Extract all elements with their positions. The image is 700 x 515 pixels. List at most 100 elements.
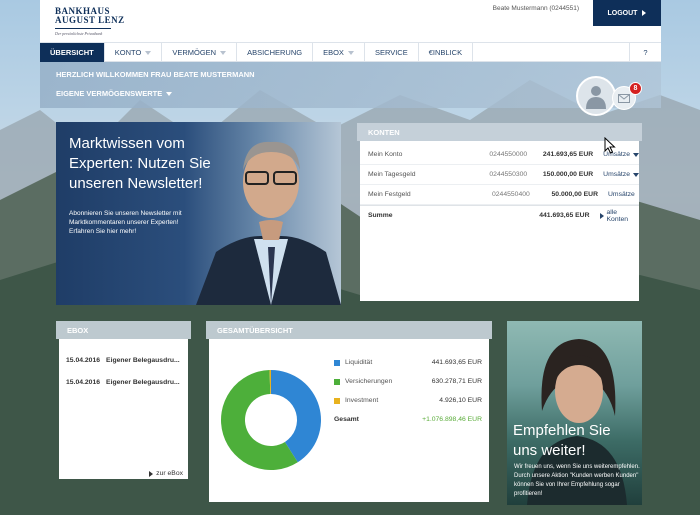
- chevron-down-icon: [632, 152, 639, 157]
- nav-service[interactable]: SERVICE: [365, 43, 419, 62]
- nav-label: ABSICHERUNG: [247, 48, 303, 57]
- legend-label: Liquidität: [345, 359, 373, 366]
- legend-label: Versicherungen: [345, 378, 393, 385]
- accounts-body: Mein Konto 0244550000 241.693,65 EUR Ums…: [360, 141, 639, 301]
- arrow-right-icon: [599, 212, 604, 219]
- recommend-promo[interactable]: Empfehlen Sie uns weiter! Wir freuen uns…: [507, 321, 642, 505]
- ebox-panel: EBOX 15.04.2016 Eigener Belegausdru... 1…: [56, 321, 191, 504]
- ebox-link-label: zur eBox: [156, 470, 183, 477]
- main-nav: ÜBERSICHT KONTO VERMÖGEN ABSICHERUNG EBO…: [40, 42, 661, 62]
- account-name: Mein Tagesgeld: [368, 171, 416, 178]
- user-icon: [586, 86, 606, 109]
- chevron-down-icon: [220, 50, 227, 55]
- recommend-title: Empfehlen Sie uns weiter!: [513, 422, 611, 459]
- account-number: 0244550400: [492, 191, 530, 198]
- help-button[interactable]: ?: [629, 43, 661, 62]
- total-value: +1.076.898,46 EUR: [422, 416, 482, 423]
- nav-konto[interactable]: KONTO: [105, 43, 163, 62]
- nav-ubersicht[interactable]: ÜBERSICHT: [40, 43, 105, 62]
- ebox-text: Eigener Belegausdru...: [106, 356, 180, 364]
- legend-row: Versicherungen 630.278,71 EUR: [334, 372, 482, 391]
- promo-title: Marktwissen vom Experten: Nutzen Sie uns…: [69, 135, 211, 192]
- legend-row: Investment 4.926,10 EUR: [334, 391, 482, 410]
- nav-vermogen[interactable]: VERMÖGEN: [162, 43, 238, 62]
- overview-panel: GESAMTÜBERSICHT Liquidität 441.693,65 EU…: [206, 321, 492, 504]
- asset-donut-chart: [220, 370, 321, 470]
- promo-text: Abonnieren Sie unseren Newsletter mit Ma…: [69, 210, 182, 235]
- ebox-title: EBOX: [56, 321, 191, 339]
- bank-logo[interactable]: BANKHAUS AUGUST LENZ Der persönlichste P…: [55, 7, 125, 36]
- welcome-bar: HERZLICH WILLKOMMEN FRAU BEATE MUSTERMAN…: [40, 62, 661, 108]
- nav-label: ÜBERSICHT: [50, 48, 94, 57]
- all-accounts-link[interactable]: alle Konten: [599, 208, 640, 223]
- nav-absicherung[interactable]: ABSICHERUNG: [237, 43, 314, 62]
- logo-tagline: Der persönlichste Privatbank: [55, 31, 103, 36]
- sum-label: Summe: [368, 212, 393, 219]
- header: BANKHAUS AUGUST LENZ Der persönlichste P…: [40, 0, 661, 42]
- logo-line2: AUGUST LENZ: [55, 15, 125, 25]
- legend-swatch: [334, 359, 340, 366]
- legend-value: 441.693,65 EUR: [431, 359, 482, 366]
- ebox-date: 15.04.2016: [66, 378, 101, 386]
- legend-label: Investment: [345, 397, 379, 404]
- recommend-text: Wir freuen uns, wenn Sie uns weiterempfe…: [514, 464, 640, 497]
- nav-label: €INBLICK: [428, 48, 463, 57]
- arrow-right-icon: [149, 470, 154, 477]
- accounts-title: KONTEN: [357, 123, 642, 141]
- nav-ebox[interactable]: EBOX: [313, 43, 365, 62]
- mouse-cursor-icon: [604, 137, 616, 154]
- account-balance: 50.000,00 EUR: [551, 191, 598, 198]
- legend-value: 4.926,10 EUR: [439, 397, 482, 404]
- legend-value: 630.278,71 EUR: [431, 378, 482, 385]
- account-row[interactable]: Mein Festgeld 0244550400 50.000,00 EUR U…: [360, 185, 639, 205]
- notification-badge: 8: [629, 82, 642, 95]
- chevron-down-icon: [145, 50, 152, 55]
- overview-title: GESAMTÜBERSICHT: [206, 321, 492, 339]
- account-row[interactable]: Mein Tagesgeld 0244550300 150.000,00 EUR…: [360, 165, 639, 185]
- nav-label: EBOX: [323, 48, 344, 57]
- account-row[interactable]: Mein Konto 0244550000 241.693,65 EUR Ums…: [360, 145, 639, 165]
- logout-button[interactable]: LOGOUT: [593, 0, 661, 26]
- overview-body: Liquidität 441.693,65 EUR Versicherungen…: [209, 339, 489, 502]
- total-label: Gesamt: [334, 416, 359, 423]
- ebox-item[interactable]: 15.04.2016 Eigener Belegausdru...: [59, 349, 188, 371]
- sum-amount: 441.693,65 EUR: [539, 212, 590, 219]
- nav-label: SERVICE: [374, 48, 408, 57]
- transactions-link[interactable]: Umsätze: [603, 171, 639, 178]
- accounts-sum-row: Summe 441.693,65 EUR alle Konten: [360, 205, 639, 225]
- transactions-label: Umsätze: [608, 191, 635, 198]
- account-number: 0244550000: [489, 151, 528, 158]
- logout-label: LOGOUT: [607, 9, 638, 17]
- avatar[interactable]: [576, 76, 616, 116]
- go-to-ebox-link[interactable]: zur eBox: [149, 470, 183, 477]
- accounts-panel: KONTEN Mein Konto 0244550000 241.693,65 …: [357, 123, 642, 305]
- newsletter-promo[interactable]: Marktwissen vom Experten: Nutzen Sie uns…: [56, 122, 341, 305]
- chevron-down-icon: [347, 50, 354, 55]
- nav-label: KONTO: [114, 48, 142, 57]
- account-name: Mein Festgeld: [368, 191, 411, 198]
- account-balance: 150.000,00 EUR: [542, 171, 594, 178]
- chevron-down-icon: [632, 172, 639, 177]
- transactions-link[interactable]: Umsätze: [608, 191, 635, 198]
- ebox-body: 15.04.2016 Eigener Belegausdru... 15.04.…: [59, 339, 188, 479]
- ebox-item[interactable]: 15.04.2016 Eigener Belegausdru...: [59, 371, 188, 393]
- legend-swatch: [334, 378, 340, 385]
- ebox-date: 15.04.2016: [66, 356, 101, 364]
- logo-rule: [55, 28, 111, 29]
- legend-swatch: [334, 397, 340, 404]
- assets-dropdown-label: EIGENE VERMÖGENSWERTE: [56, 89, 163, 98]
- chevron-down-icon: [166, 91, 173, 96]
- transactions-label: Umsätze: [603, 171, 630, 178]
- ebox-text: Eigener Belegausdru...: [106, 378, 180, 386]
- assets-dropdown[interactable]: EIGENE VERMÖGENSWERTE: [56, 89, 173, 98]
- nav-label: VERMÖGEN: [172, 48, 217, 57]
- overview-legend: Liquidität 441.693,65 EUR Versicherungen…: [334, 353, 482, 429]
- arrow-right-icon: [642, 10, 647, 16]
- account-number: 0244550300: [489, 171, 528, 178]
- envelope-icon: [618, 93, 630, 103]
- help-label: ?: [643, 48, 648, 57]
- total-row: Gesamt +1.076.898,46 EUR: [334, 410, 482, 429]
- nav-einblick[interactable]: €INBLICK: [419, 43, 474, 62]
- user-info: Beate Mustermann (0244551): [492, 5, 579, 12]
- all-accounts-label: alle Konten: [606, 208, 629, 223]
